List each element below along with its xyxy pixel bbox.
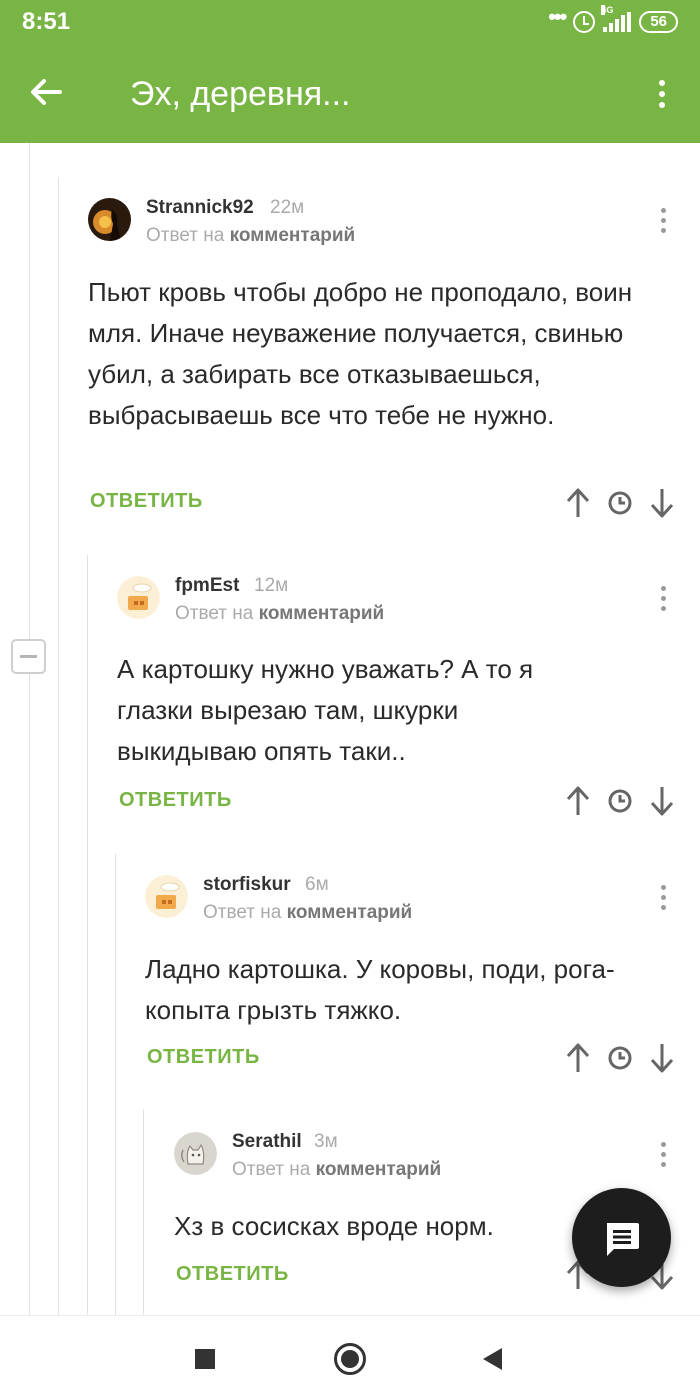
comment-icon <box>607 1223 639 1256</box>
avatar[interactable] <box>174 1132 217 1175</box>
thread-line <box>143 1109 144 1315</box>
system-back-button[interactable] <box>483 1348 502 1370</box>
thread-line <box>58 177 59 1315</box>
upvote-button[interactable] <box>564 487 592 519</box>
arrow-up-icon <box>566 488 590 517</box>
reply-to-label[interactable]: Ответ на комментарий <box>232 1159 441 1181</box>
system-nav-bar <box>0 1315 700 1400</box>
save-button[interactable] <box>606 1042 634 1074</box>
write-comment-fab[interactable] <box>572 1188 671 1287</box>
upvote-button[interactable] <box>564 785 592 817</box>
reply-button[interactable]: ОТВЕТИТЬ <box>147 1046 260 1069</box>
overflow-menu-button[interactable] <box>646 74 678 114</box>
more-vertical-icon <box>660 207 666 213</box>
back-button[interactable] <box>26 72 74 116</box>
more-vertical-icon <box>660 1141 666 1147</box>
comment-text: А картошку нужно уважать? А то я глазки … <box>117 654 534 766</box>
network-type: 4G <box>601 5 614 15</box>
arrow-down-icon <box>650 1044 674 1073</box>
save-button[interactable] <box>606 487 634 519</box>
arrow-down-icon <box>650 787 674 816</box>
reply-button[interactable]: ОТВЕТИТЬ <box>90 490 203 513</box>
battery-icon: 56 <box>639 11 678 33</box>
comment-time: 6м <box>305 874 329 895</box>
arrow-up-icon <box>566 1043 590 1072</box>
comment-author[interactable]: storfiskur <box>203 874 291 896</box>
upvote-button[interactable] <box>564 1042 592 1074</box>
status-bar: 8:51 ••• 4G 56 <box>0 0 700 44</box>
comment-author[interactable]: Serathil <box>232 1131 302 1153</box>
thread-line <box>115 854 116 1315</box>
thread-line <box>87 555 88 1315</box>
downvote-button[interactable] <box>648 1042 676 1074</box>
comment-feed[interactable]: Strannick92 22м Ответ на комментарий Пью… <box>0 143 700 1315</box>
home-button[interactable] <box>334 1343 366 1375</box>
comment-author[interactable]: fpmEst <box>175 575 239 597</box>
status-icons: ••• 4G 56 <box>548 4 678 36</box>
more-vertical-icon <box>659 80 665 86</box>
reply-button[interactable]: ОТВЕТИТЬ <box>176 1263 289 1286</box>
reply-to-label[interactable]: Ответ на комментарий <box>175 603 384 625</box>
thread-line <box>29 143 30 1315</box>
app-bar: 8:51 ••• 4G 56 Эх, деревня... <box>0 0 700 143</box>
notification-dots-icon: ••• <box>548 4 567 29</box>
more-vertical-icon <box>660 585 666 591</box>
clock-icon <box>608 491 632 515</box>
reply-button[interactable]: ОТВЕТИТЬ <box>119 789 232 812</box>
reply-to-label[interactable]: Ответ на комментарий <box>146 225 355 247</box>
more-vertical-icon <box>660 884 666 890</box>
arrow-left-icon <box>31 79 62 105</box>
downvote-button[interactable] <box>648 487 676 519</box>
comment-time: 12м <box>254 575 289 596</box>
comment-menu-button[interactable] <box>653 1134 673 1174</box>
collapse-thread-button[interactable] <box>11 639 46 674</box>
avatar[interactable] <box>145 875 188 918</box>
comment-time: 22м <box>270 197 305 218</box>
comment-time: 3м <box>314 1131 338 1152</box>
save-button[interactable] <box>606 785 634 817</box>
clock-icon <box>608 1046 632 1070</box>
status-time: 8:51 <box>22 8 71 35</box>
reply-to-label[interactable]: Ответ на комментарий <box>203 902 412 924</box>
signal-icon: 4G <box>601 5 632 32</box>
comment-menu-button[interactable] <box>653 877 673 917</box>
avatar[interactable] <box>117 576 160 619</box>
comment-text: Ладно картошка. У коровы, поди, рога-коп… <box>145 954 615 1025</box>
avatar[interactable] <box>88 198 131 241</box>
recents-button[interactable] <box>195 1349 215 1369</box>
alarm-icon <box>573 11 596 33</box>
comment-text: Пьют кровь чтобы добро не проподало, вои… <box>88 277 633 430</box>
comment-author[interactable]: Strannick92 <box>146 197 254 219</box>
comment-text: Хз в сосисках вроде норм. <box>174 1211 494 1241</box>
clock-icon <box>608 789 632 813</box>
arrow-down-icon <box>650 489 674 518</box>
arrow-up-icon <box>566 786 590 815</box>
page-title: Эх, деревня... <box>130 75 351 113</box>
comment-menu-button[interactable] <box>653 200 673 240</box>
comment-menu-button[interactable] <box>653 578 673 618</box>
downvote-button[interactable] <box>648 785 676 817</box>
